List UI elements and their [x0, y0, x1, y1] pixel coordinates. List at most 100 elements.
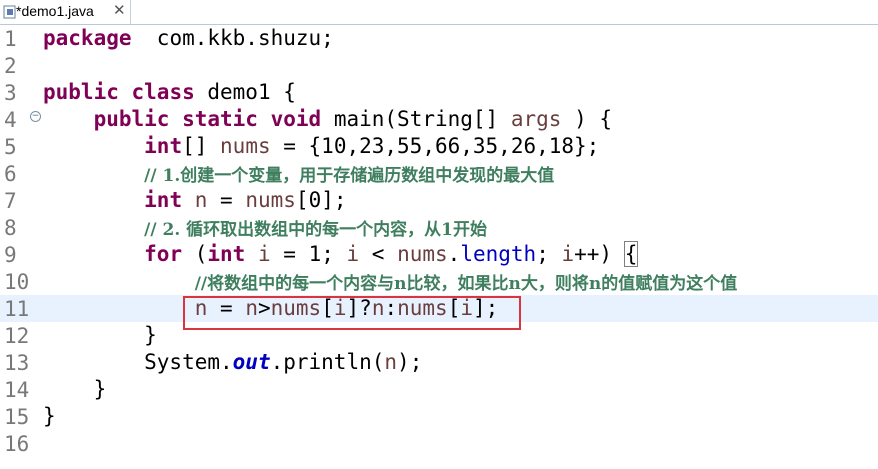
code-token: out: [232, 350, 271, 374]
code-token: demo1 {: [194, 80, 296, 104]
code-token: }: [43, 404, 56, 428]
code-token: i: [561, 242, 575, 266]
code-keyword: public: [93, 107, 170, 131]
code-token: <: [359, 242, 398, 266]
code-line[interactable]: 10 //将数组中的每一个内容与n比较，如果比n大，则将n的值赋值为这个值: [0, 268, 878, 295]
code-text: // 1.创建一个变量，用于存储遍历数组中发现的最大值: [43, 161, 554, 186]
code-token: nums: [220, 134, 271, 158]
code-token: ) {: [561, 107, 612, 131]
line-number: 9: [4, 243, 17, 267]
code-text: // 2. 循环取出数组中的每一个内容，从1开始: [43, 215, 487, 240]
code-token: main(String[]: [321, 107, 511, 131]
code-token: = {10,23,55,66,35,26,18};: [270, 134, 600, 158]
code-token: System.: [43, 350, 233, 374]
code-keyword: int: [144, 188, 183, 212]
code-line[interactable]: 14 }: [0, 376, 878, 403]
code-editor[interactable]: 1 package com.kkb.shuzu; 2 3 public class de…: [0, 25, 878, 469]
code-text: //将数组中的每一个内容与n比较，如果比n大，则将n的值赋值为这个值: [43, 269, 738, 294]
code-comment: // 2. 循环取出数组中的每一个内容，从1开始: [144, 220, 487, 240]
code-text: System.out.println(n);: [43, 350, 422, 374]
line-number: 7: [4, 189, 17, 213]
tab-title: *demo1.java: [16, 3, 94, 19]
code-comment: //将数组中的每一个内容与n比较，如果比n大，则将n的值赋值为这个值: [194, 274, 738, 294]
line-number: 13: [4, 351, 30, 375]
code-line[interactable]: 3 public class demo1 {: [0, 79, 878, 106]
code-token: com.kkb.shuzu;: [131, 26, 334, 50]
line-number: 3: [4, 81, 17, 105]
code-token: );: [397, 350, 423, 374]
line-number: 1: [4, 27, 17, 51]
code-text: }: [43, 404, 56, 428]
code-text: public static void main(String[] args ) …: [43, 107, 612, 131]
editor-tab-bar: *demo1.java ✕: [0, 0, 878, 25]
line-number: 14: [4, 378, 30, 402]
code-line[interactable]: 8 // 2. 循环取出数组中的每一个内容，从1开始: [0, 214, 878, 241]
code-token: = 1;: [270, 242, 347, 266]
java-file-icon: [3, 5, 16, 19]
code-text: public class demo1 {: [43, 80, 296, 104]
close-icon[interactable]: ✕: [113, 1, 126, 19]
code-token: i: [346, 242, 360, 266]
code-line[interactable]: 2: [0, 52, 878, 79]
highlight-box: [183, 296, 521, 330]
code-token: n: [194, 188, 208, 212]
code-keyword: for: [144, 242, 183, 266]
code-text: }: [43, 323, 157, 347]
code-line[interactable]: 1 package com.kkb.shuzu;: [0, 25, 878, 52]
code-line[interactable]: 9 for (int i = 1; i < nums.length; i++) …: [0, 241, 878, 268]
code-line[interactable]: 7 int n = nums[0];: [0, 187, 878, 214]
line-number: 11: [4, 297, 30, 321]
code-keyword: int: [144, 134, 183, 158]
line-number: 8: [4, 216, 17, 240]
code-line[interactable]: 16: [0, 430, 878, 457]
tab-demo1-java[interactable]: *demo1.java ✕: [0, 0, 131, 24]
code-text: int[] nums = {10,23,55,66,35,26,18};: [43, 134, 599, 158]
code-token: }: [43, 377, 107, 401]
code-line[interactable]: 13 System.out.println(n);: [0, 349, 878, 376]
code-token: i: [257, 242, 271, 266]
code-token: }: [43, 323, 157, 347]
code-keyword: static: [182, 107, 258, 131]
code-token: ;: [536, 242, 562, 266]
code-token: nums: [245, 188, 296, 212]
code-keyword: int: [207, 242, 246, 266]
code-token: =: [207, 188, 246, 212]
code-line[interactable]: 15}: [0, 403, 878, 430]
code-keyword: package: [43, 26, 132, 50]
code-token: {: [623, 241, 639, 267]
code-line[interactable]: 6 // 1.创建一个变量，用于存储遍历数组中发现的最大值: [0, 160, 878, 187]
code-text: for (int i = 1; i < nums.length; i++) {: [43, 241, 639, 267]
code-text: package com.kkb.shuzu;: [43, 26, 334, 50]
line-number: 15: [4, 405, 30, 429]
line-number: 2: [4, 54, 17, 78]
code-text: int n = nums[0];: [43, 188, 346, 212]
code-comment: // 1.创建一个变量，用于存储遍历数组中发现的最大值: [144, 166, 555, 186]
line-number: 6: [4, 162, 17, 186]
line-number: 10: [4, 270, 30, 294]
code-line[interactable]: 4 − public static void main(String[] args…: [0, 106, 878, 133]
code-token: length: [460, 242, 537, 266]
line-number: 12: [4, 324, 30, 348]
line-number: 4: [4, 108, 17, 132]
code-token: []: [182, 134, 221, 158]
code-text: }: [43, 377, 107, 401]
code-token: ++): [574, 242, 625, 266]
code-keyword: void: [270, 107, 322, 131]
code-token: nums: [397, 242, 448, 266]
line-number: 16: [4, 432, 30, 456]
code-keyword: class: [131, 80, 195, 104]
fold-toggle-icon[interactable]: −: [30, 111, 41, 122]
code-token: args: [510, 107, 562, 131]
code-line[interactable]: 5 int[] nums = {10,23,55,66,35,26,18};: [0, 133, 878, 160]
